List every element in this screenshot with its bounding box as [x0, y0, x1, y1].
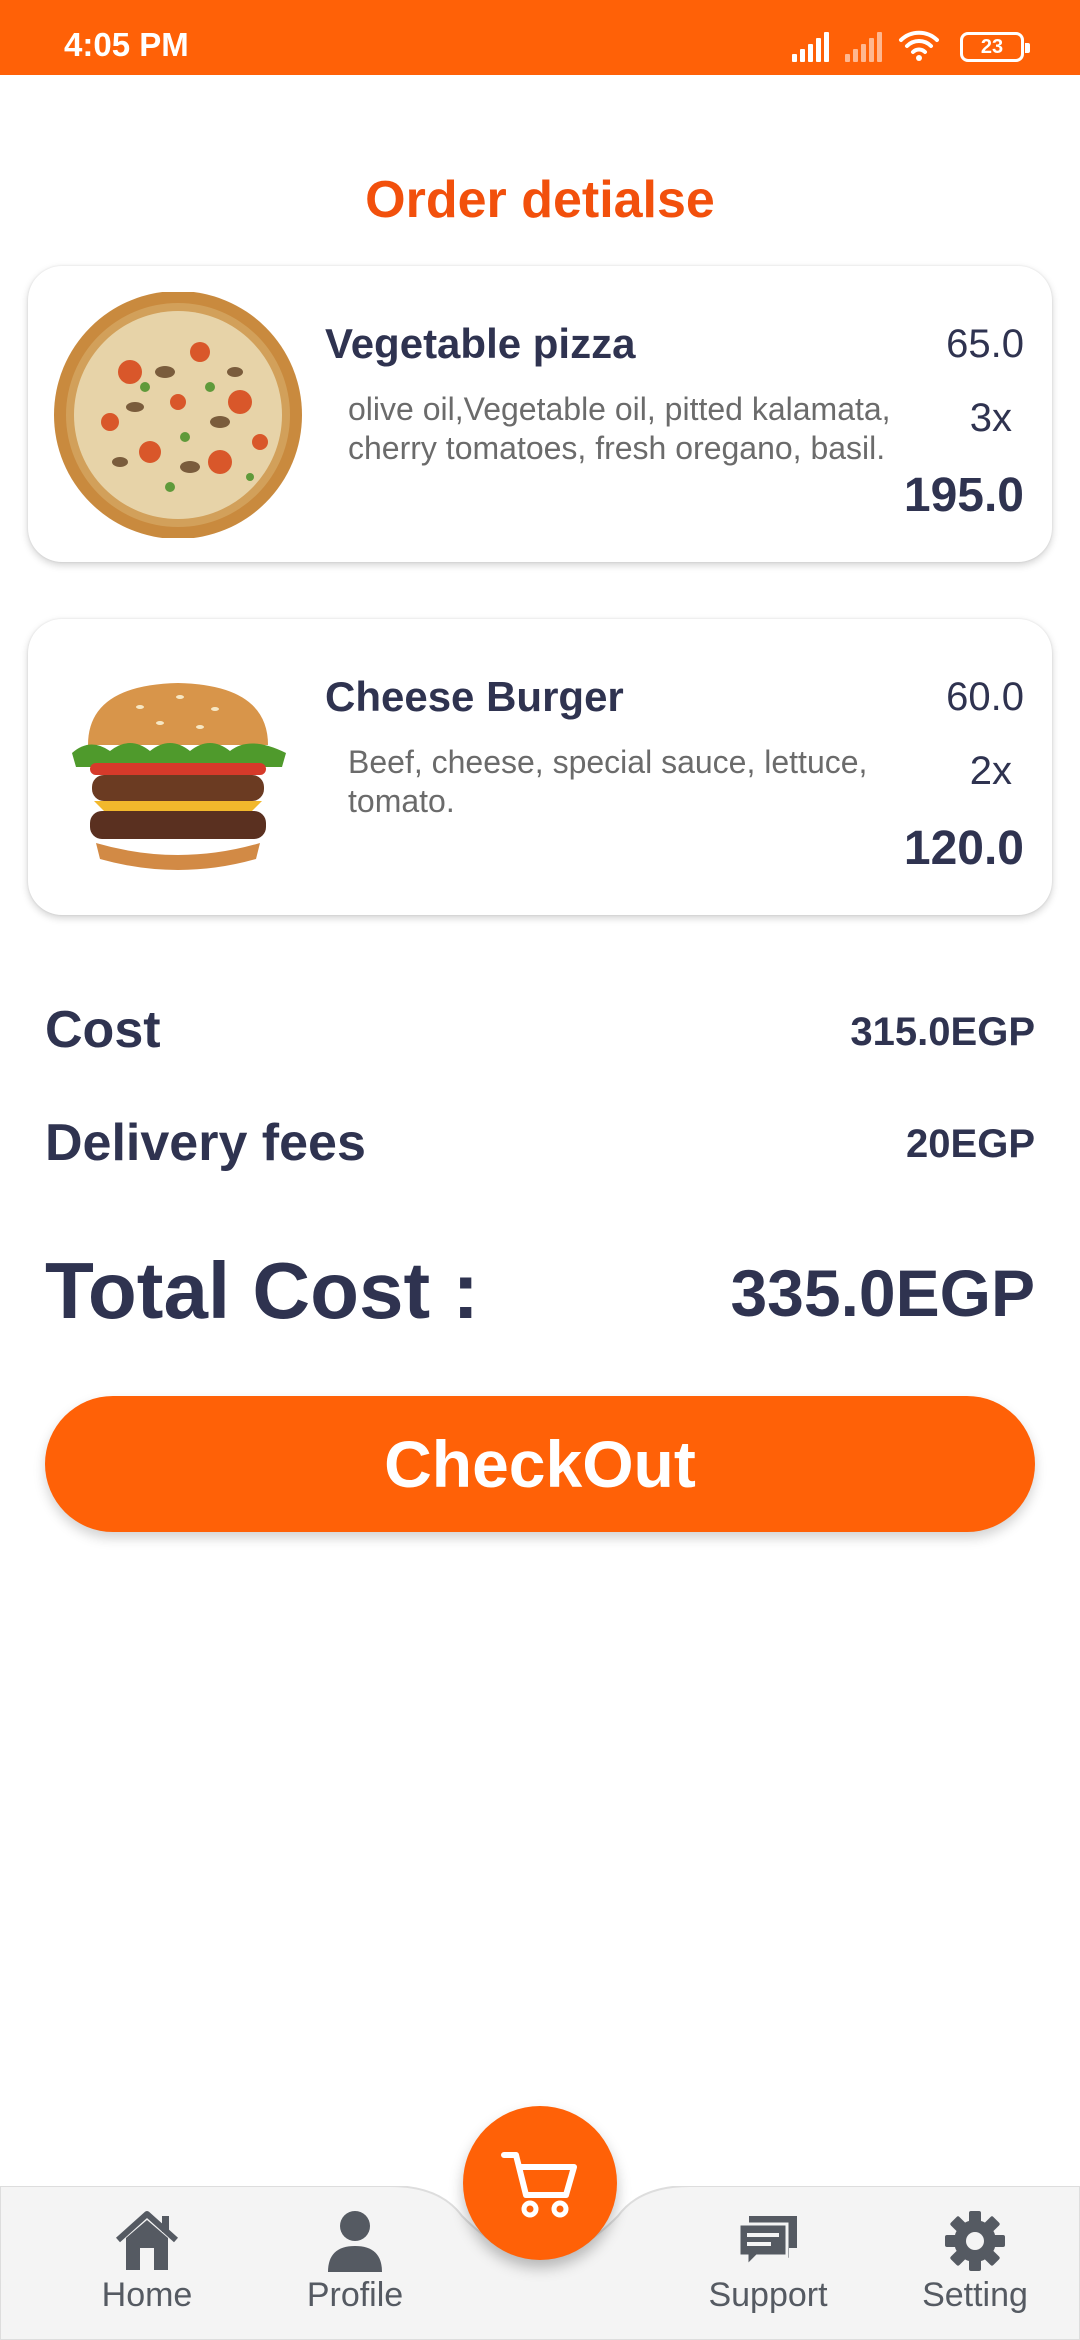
cart-icon [501, 2152, 577, 2218]
status-icons: 23 [792, 22, 1030, 62]
nav-profile[interactable]: Profile [280, 2208, 430, 2315]
burger-image [72, 683, 286, 870]
signal-icon [845, 30, 882, 62]
gear-icon [945, 2211, 1005, 2271]
nav-home-label: Home [101, 2276, 193, 2314]
nav-setting-label: Setting [922, 2276, 1028, 2314]
item-quantity: 3x [969, 396, 1012, 440]
item-total: 120.0 [903, 822, 1024, 875]
battery-level: 23 [980, 35, 1004, 58]
item-price: 65.0 [946, 322, 1024, 366]
item-description: Beef, cheese, special sauce, lettuce, to… [348, 744, 868, 819]
battery-icon: 23 [960, 32, 1030, 62]
wifi-icon [899, 30, 939, 61]
status-time: 4:05 PM [64, 26, 189, 63]
nav-home[interactable]: Home [72, 2208, 222, 2315]
home-icon [115, 2211, 179, 2270]
nav-support[interactable]: Support [693, 2208, 843, 2315]
signal-icon [792, 30, 829, 62]
person-icon [328, 2211, 382, 2272]
nav-setting[interactable]: Setting [900, 2208, 1050, 2315]
delivery-fees-label: Delivery fees [45, 1114, 366, 1172]
page-title: Order detialse [365, 171, 715, 229]
item-quantity: 2x [969, 749, 1012, 793]
nav-profile-label: Profile [306, 2276, 404, 2314]
item-name: Cheese Burger [325, 673, 624, 720]
item-name: Vegetable pizza [325, 320, 636, 367]
order-item-card[interactable]: Cheese Burger Beef, cheese, special sauc… [28, 619, 1052, 915]
order-item-card[interactable]: Vegetable pizza olive oil,Vegetable oil,… [28, 266, 1052, 562]
delivery-fees-value: 20EGP [906, 1122, 1035, 1166]
item-total: 195.0 [903, 469, 1024, 522]
total-cost-value: 335.0EGP [730, 1256, 1035, 1330]
checkout-button[interactable]: CheckOut [45, 1396, 1035, 1532]
nav-support-label: Support [708, 2276, 828, 2314]
total-cost-label: Total Cost : [45, 1246, 480, 1335]
cart-button[interactable] [463, 2106, 617, 2260]
chat-icon [737, 2216, 797, 2270]
cost-label: Cost [45, 1001, 161, 1059]
cost-value: 315.0EGP [850, 1010, 1035, 1054]
pizza-image [54, 292, 302, 538]
status-bar: 4:05 PM 23 [0, 0, 1080, 75]
item-description: olive oil,Vegetable oil, pitted kalamata… [348, 391, 891, 466]
item-price: 60.0 [946, 675, 1024, 719]
